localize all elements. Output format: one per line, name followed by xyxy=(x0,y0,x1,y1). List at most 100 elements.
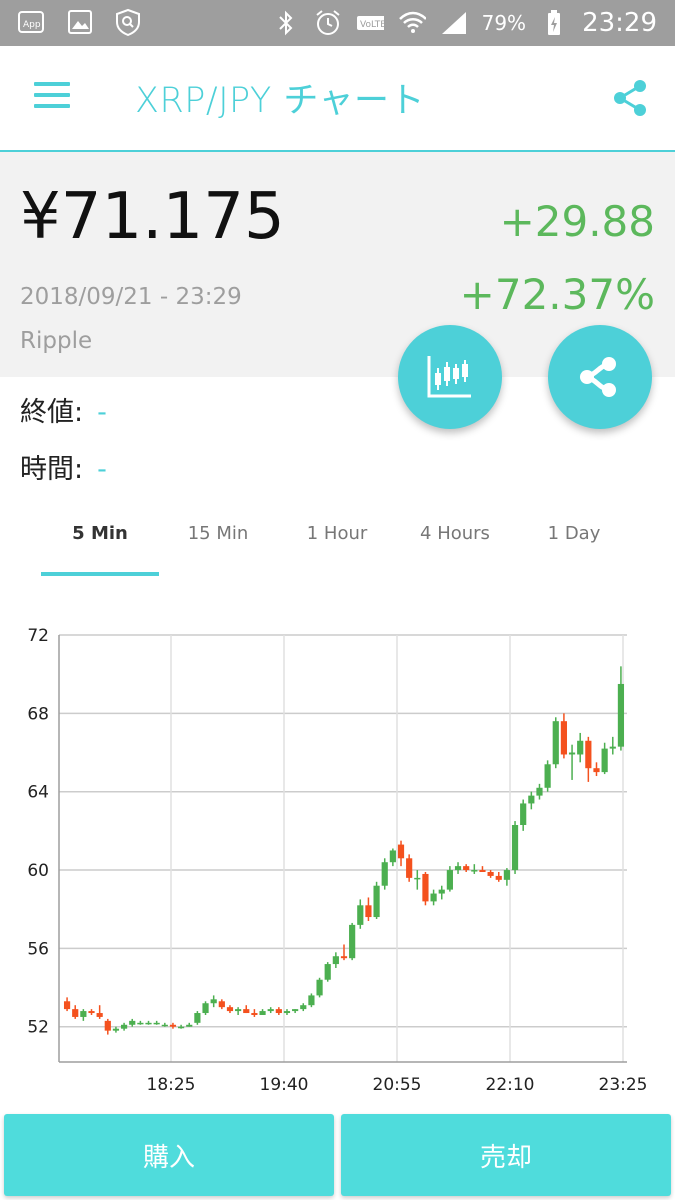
candle-body xyxy=(300,1005,307,1010)
svg-text:App: App xyxy=(23,20,41,30)
battery-icon xyxy=(540,9,568,37)
candle-body xyxy=(430,893,437,902)
candle-body xyxy=(536,787,543,796)
current-price: ¥71.175 xyxy=(20,180,285,254)
candle-body xyxy=(511,824,519,871)
candle-body xyxy=(463,866,470,871)
tab-4-hours[interactable]: 4 Hours xyxy=(396,523,514,544)
price-timestamp: 2018/09/21 - 23:29 xyxy=(20,284,242,310)
candle-body xyxy=(145,1022,152,1025)
candle-body xyxy=(283,1011,291,1014)
candle-body xyxy=(471,870,478,872)
x-tick-label: 23:25 xyxy=(599,1075,648,1095)
candle-body xyxy=(194,1013,201,1023)
candle-body xyxy=(251,1013,258,1015)
interval-tabs: 5 Min 15 Min 1 Hour 4 Hours 1 Day xyxy=(0,505,675,576)
chart-type-button[interactable] xyxy=(398,325,502,429)
wifi-icon xyxy=(398,9,426,37)
candle-body xyxy=(593,768,600,773)
candle-body xyxy=(479,870,486,873)
alarm-icon xyxy=(314,9,342,37)
buy-button[interactable]: 購入 xyxy=(4,1114,334,1196)
candle-body xyxy=(503,870,510,880)
bluetooth-icon xyxy=(272,9,300,37)
candle-body xyxy=(153,1022,160,1025)
battery-percent: 79% xyxy=(481,11,527,35)
close-label: 終値: xyxy=(20,397,84,428)
candle-body xyxy=(202,1003,209,1014)
candle-body xyxy=(259,1011,266,1015)
candle-body xyxy=(332,956,339,965)
y-tick-label: 52 xyxy=(27,1018,49,1038)
shield-icon xyxy=(114,8,142,36)
app-bar: XRP/JPY チャート xyxy=(0,46,675,152)
candle-body xyxy=(577,740,584,755)
candle-body xyxy=(414,877,421,880)
candle-body xyxy=(63,1001,71,1010)
tab-5-min[interactable]: 5 Min xyxy=(41,523,159,544)
status-bar: App VoLTE 79% 23:29 xyxy=(0,0,675,46)
share-icon[interactable] xyxy=(610,78,650,118)
signal-icon xyxy=(440,9,468,37)
candle-body xyxy=(381,862,388,886)
tab-15-min[interactable]: 15 Min xyxy=(159,523,277,544)
candle-body xyxy=(137,1022,144,1025)
y-tick-label: 64 xyxy=(27,783,49,803)
candle-body xyxy=(617,683,625,747)
sell-button[interactable]: 売却 xyxy=(341,1114,671,1196)
tab-1-hour[interactable]: 1 Hour xyxy=(278,523,396,544)
candle-body xyxy=(186,1024,193,1027)
candle-body xyxy=(601,748,608,773)
candle-body xyxy=(88,1011,95,1014)
close-row: 終値: - xyxy=(20,390,107,429)
candle-body xyxy=(267,1009,274,1012)
svg-text:VoLTE: VoLTE xyxy=(360,20,384,30)
candle-body xyxy=(96,1013,103,1017)
candle-body xyxy=(292,1009,299,1012)
candle-body xyxy=(528,795,535,804)
candle-body xyxy=(226,1007,234,1012)
candle-body xyxy=(349,924,356,959)
candle-body xyxy=(161,1024,168,1027)
x-tick-label: 19:40 xyxy=(260,1075,309,1095)
candle-body xyxy=(438,889,445,894)
candle-body xyxy=(235,1009,242,1012)
candle-body xyxy=(80,1011,87,1017)
coin-name: Ripple xyxy=(20,328,93,354)
candle-body xyxy=(72,1009,79,1017)
candle-body xyxy=(495,875,502,880)
candle-body xyxy=(520,803,527,825)
clock: 23:29 xyxy=(582,8,657,38)
time-row: 時間: - xyxy=(20,447,107,486)
candle-body xyxy=(178,1026,185,1029)
y-tick-label: 68 xyxy=(27,704,49,724)
active-tab-indicator xyxy=(41,572,159,576)
candle-body xyxy=(397,844,405,859)
candle-body xyxy=(454,866,462,871)
candle-body xyxy=(560,721,568,755)
price-change: +29.88 xyxy=(499,197,655,246)
candle-body xyxy=(104,1020,111,1031)
candle-body xyxy=(112,1028,120,1031)
candlestick-chart-icon xyxy=(427,356,471,398)
image-icon xyxy=(66,8,94,36)
ripple-button[interactable] xyxy=(548,325,652,429)
candle-body xyxy=(609,746,616,749)
candle-body xyxy=(487,872,494,876)
ripple-logo-icon xyxy=(579,357,616,397)
app-icon: App xyxy=(18,8,46,36)
y-tick-label: 56 xyxy=(27,939,49,959)
candle-body xyxy=(275,1009,282,1014)
price-chart[interactable]: 52 56 60 64 68 72 18:25 19:40 20:55 22:10 23:25 xyxy=(0,615,675,1100)
time-label: 時間: xyxy=(20,454,84,485)
candle-body xyxy=(552,721,559,765)
candle-body xyxy=(243,1009,250,1014)
candle-body xyxy=(544,764,551,788)
candle-body xyxy=(568,752,576,755)
candle-body xyxy=(389,850,396,863)
time-value: - xyxy=(97,454,107,485)
menu-icon[interactable] xyxy=(34,82,70,110)
tab-1-day[interactable]: 1 Day xyxy=(515,523,633,544)
candle-body xyxy=(218,1001,225,1008)
x-tick-label: 22:10 xyxy=(486,1075,535,1095)
